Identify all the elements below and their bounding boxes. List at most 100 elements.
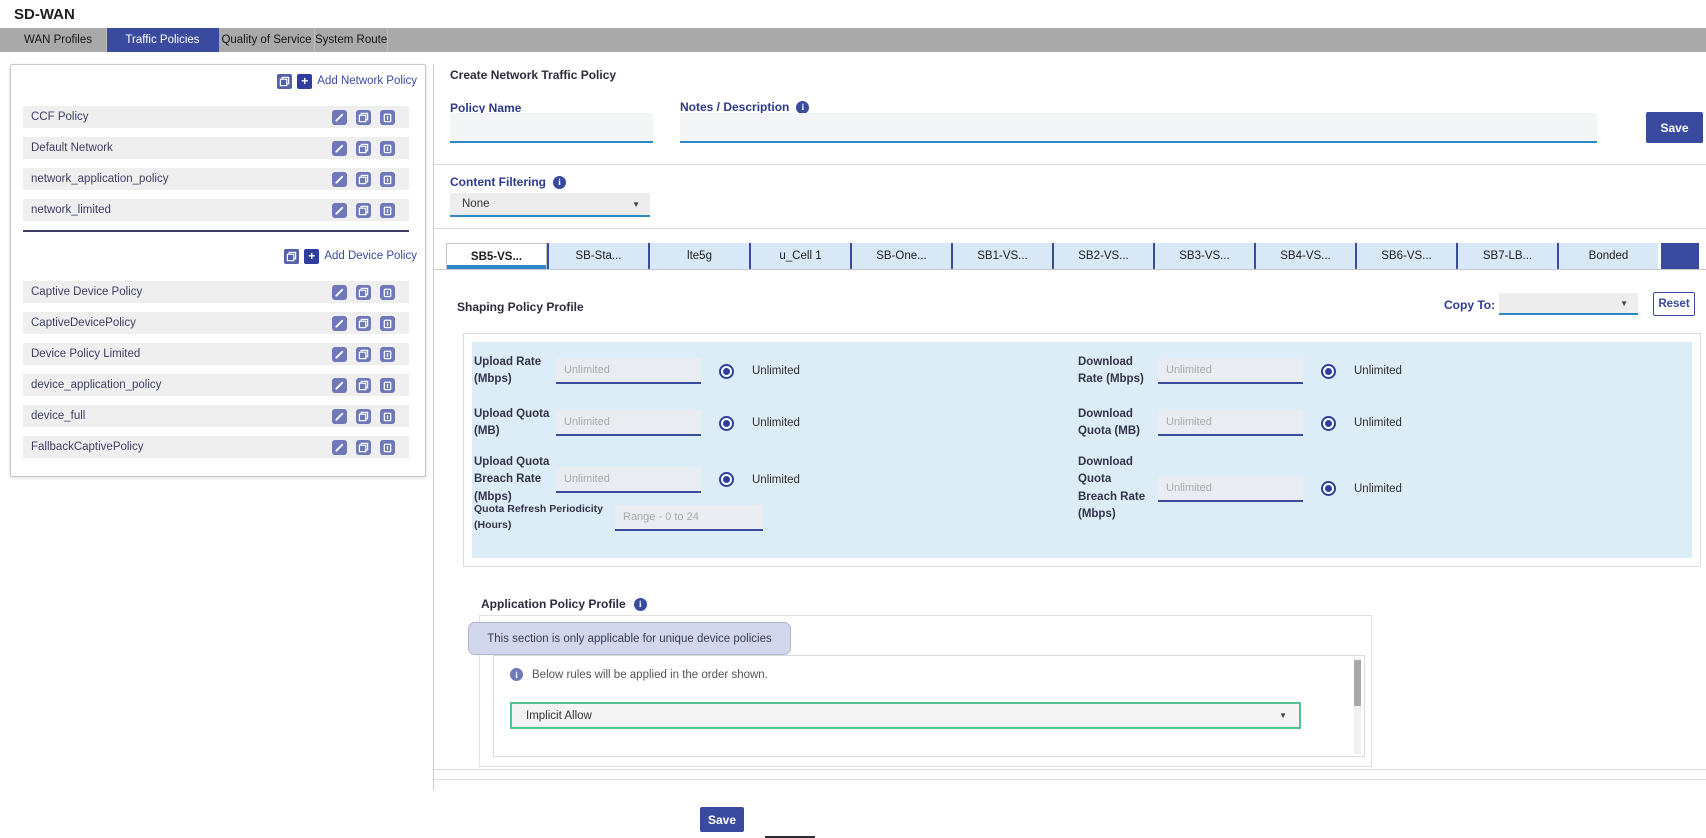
delete-icon[interactable] <box>380 409 395 424</box>
interface-tab-label: SB7-LB... <box>1483 250 1532 262</box>
notes-input[interactable] <box>680 113 1597 143</box>
info-icon[interactable]: i <box>553 176 566 189</box>
shaping-field-row: Download Rate (Mbps) Unlimited <box>1078 350 1673 392</box>
device-policy-row[interactable]: device_full <box>23 405 409 427</box>
interface-tab[interactable]: Bonded <box>1557 243 1658 269</box>
edit-icon[interactable] <box>332 285 347 300</box>
network-policy-row[interactable]: Default Network <box>23 137 409 159</box>
interface-tab[interactable]: SB3-VS... <box>1153 243 1254 269</box>
tab-scroll-button[interactable] <box>1661 243 1699 269</box>
interface-tab[interactable]: u_Cell 1 <box>749 243 850 269</box>
delete-icon[interactable] <box>380 378 395 393</box>
edit-icon[interactable] <box>332 110 347 125</box>
edit-icon[interactable] <box>332 203 347 218</box>
edit-icon[interactable] <box>332 440 347 455</box>
bulk-copy-icon[interactable] <box>277 74 292 89</box>
device-policy-row[interactable]: CaptiveDevicePolicy <box>23 312 409 334</box>
copy-icon[interactable] <box>356 172 371 187</box>
scrollbar[interactable] <box>1354 658 1361 754</box>
network-policy-row[interactable]: CCF Policy <box>23 106 409 128</box>
interface-tab[interactable]: SB1-VS... <box>951 243 1052 269</box>
delete-icon[interactable] <box>380 110 395 125</box>
copy-icon[interactable] <box>356 141 371 156</box>
main-tab[interactable]: WAN Profiles <box>10 28 107 52</box>
save-button[interactable]: Save <box>1646 112 1703 143</box>
copy-to-select[interactable]: ▼ <box>1499 293 1638 315</box>
device-policy-row[interactable]: Captive Device Policy <box>23 281 409 303</box>
main-tab-label: Quality of Service <box>221 34 311 46</box>
bulk-copy-icon[interactable] <box>284 249 299 264</box>
copy-icon[interactable] <box>356 285 371 300</box>
rate-input[interactable] <box>556 358 701 384</box>
rate-input[interactable] <box>556 467 701 493</box>
edit-icon[interactable] <box>332 316 347 331</box>
copy-icon[interactable] <box>356 409 371 424</box>
delete-icon[interactable] <box>380 285 395 300</box>
rate-input[interactable] <box>1158 476 1303 502</box>
rule-select[interactable]: Implicit Allow ▼ <box>510 702 1301 729</box>
content-filtering-select[interactable]: None ▼ <box>450 193 650 217</box>
copy-icon[interactable] <box>356 316 371 331</box>
interface-tab[interactable]: SB5-VS... <box>446 243 547 269</box>
interface-tab[interactable]: lte5g <box>648 243 749 269</box>
unlimited-radio[interactable] <box>719 472 734 487</box>
info-icon[interactable]: i <box>634 598 647 611</box>
policy-name-label: Device Policy Limited <box>31 348 140 360</box>
copy-icon[interactable] <box>356 203 371 218</box>
policy-name-label: device_full <box>31 410 85 422</box>
edit-icon[interactable] <box>332 141 347 156</box>
policy-name-label: CaptiveDevicePolicy <box>31 317 136 329</box>
edit-icon[interactable] <box>332 172 347 187</box>
policy-name-label: network_application_policy <box>31 173 168 185</box>
edit-icon[interactable] <box>332 409 347 424</box>
scrollbar-thumb[interactable] <box>1354 660 1361 706</box>
interface-tab[interactable]: SB2-VS... <box>1052 243 1153 269</box>
main-tab[interactable]: Traffic Policies <box>107 28 219 52</box>
main-tab[interactable]: Quality of Service <box>219 28 315 52</box>
delete-icon[interactable] <box>380 440 395 455</box>
add-network-policy-link[interactable]: Add Network Policy <box>317 75 417 87</box>
edit-icon[interactable] <box>332 347 347 362</box>
unlimited-radio[interactable] <box>1321 481 1336 496</box>
delete-icon[interactable] <box>380 347 395 362</box>
device-policy-row[interactable]: Device Policy Limited <box>23 343 409 365</box>
delete-icon[interactable] <box>380 141 395 156</box>
unlimited-radio[interactable] <box>1321 364 1336 379</box>
unlimited-radio[interactable] <box>1321 416 1336 431</box>
info-icon[interactable]: i <box>796 101 809 114</box>
interface-tab[interactable]: SB4-VS... <box>1254 243 1355 269</box>
rate-input[interactable] <box>1158 410 1303 436</box>
plus-icon[interactable]: + <box>304 249 319 264</box>
network-policy-row[interactable]: network_limited <box>23 199 409 221</box>
device-policy-row[interactable]: device_application_policy <box>23 374 409 396</box>
save-button-bottom[interactable]: Save <box>700 807 744 832</box>
network-policy-row[interactable]: network_application_policy <box>23 168 409 190</box>
unlimited-radio[interactable] <box>719 364 734 379</box>
reset-button[interactable]: Reset <box>1653 292 1695 316</box>
delete-icon[interactable] <box>380 172 395 187</box>
policy-name-input[interactable] <box>450 113 653 143</box>
device-policy-row[interactable]: FallbackCaptivePolicy <box>23 436 409 458</box>
copy-icon[interactable] <box>356 378 371 393</box>
field-label: Download Quota (MB) <box>1078 406 1152 441</box>
copy-icon[interactable] <box>356 440 371 455</box>
delete-icon[interactable] <box>380 203 395 218</box>
copy-icon[interactable] <box>356 110 371 125</box>
edit-icon[interactable] <box>332 378 347 393</box>
delete-icon[interactable] <box>380 316 395 331</box>
interface-tab[interactable]: SB-Sta... <box>547 243 648 269</box>
interface-tab[interactable]: SB6-VS... <box>1355 243 1456 269</box>
quota-refresh-input[interactable] <box>615 505 763 531</box>
interface-tab[interactable]: SB-One... <box>850 243 951 269</box>
interface-tab-label: SB6-VS... <box>1381 250 1432 262</box>
interface-tab[interactable]: SB7-LB... <box>1456 243 1557 269</box>
copy-icon[interactable] <box>356 347 371 362</box>
add-device-policy-link[interactable]: Add Device Policy <box>324 250 417 262</box>
unlimited-radio[interactable] <box>719 416 734 431</box>
rate-input[interactable] <box>1158 358 1303 384</box>
main-tab[interactable]: System Route <box>315 28 388 52</box>
rate-input[interactable] <box>556 410 701 436</box>
plus-icon[interactable]: + <box>297 74 312 89</box>
chevron-down-icon: ▼ <box>1279 711 1287 720</box>
field-label: Upload Quota (MB) <box>474 406 550 441</box>
